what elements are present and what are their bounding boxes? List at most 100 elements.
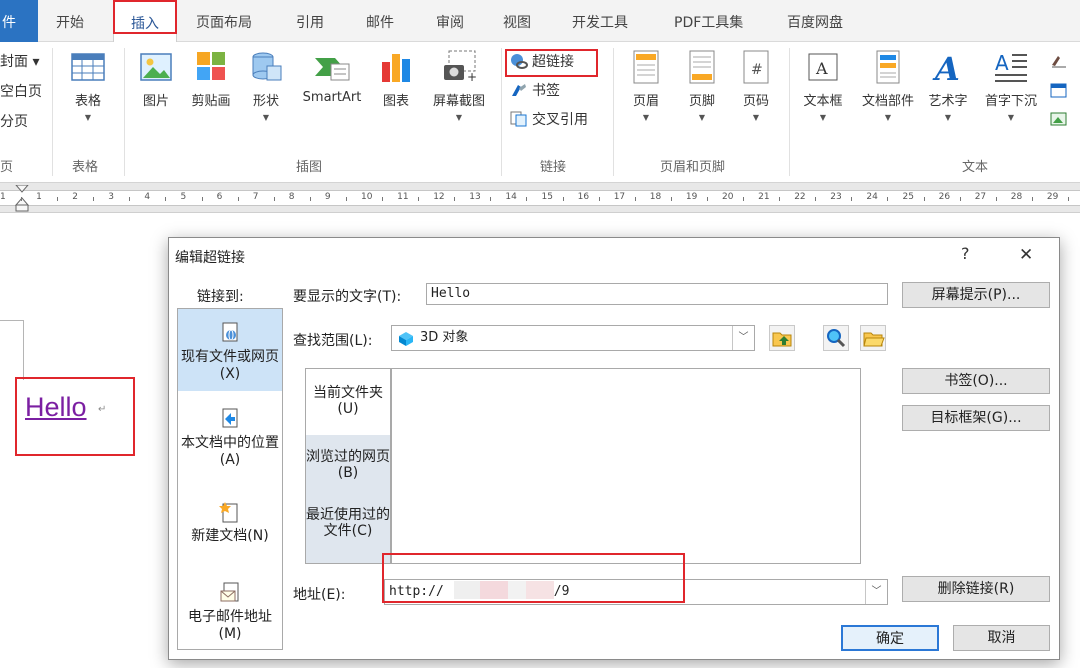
tab-home[interactable]: 开始	[56, 10, 84, 36]
ruler-number: 8	[288, 192, 295, 202]
redacted-block	[453, 581, 480, 599]
ruler-tick	[562, 197, 564, 201]
quick-parts-button-label: 文档部件	[861, 94, 914, 109]
ruler-tick	[57, 197, 59, 201]
look-in-select[interactable]: 3D 对象 ﹀	[391, 325, 755, 351]
ruler-number: 25	[902, 192, 914, 202]
header-button-label: 页眉	[632, 94, 659, 109]
date-time-button[interactable]	[1050, 79, 1080, 103]
bookmark-button[interactable]: 书签	[510, 79, 560, 103]
tab-page-layout[interactable]: 页面布局	[196, 10, 252, 36]
quick-parts-button[interactable]: 文档部件 ▼	[856, 48, 920, 122]
dialog-title: 编辑超链接	[175, 250, 245, 266]
hello-hyperlink[interactable]: Hello	[25, 392, 87, 423]
browse-web-button[interactable]	[823, 325, 849, 351]
screenshot-button[interactable]: + 屏幕截图 ▼	[426, 48, 492, 122]
address-input[interactable]: http:// /9 ﹀	[384, 579, 888, 605]
blank-page-button[interactable]: 空白页	[0, 80, 42, 104]
tab-file[interactable]: 件	[0, 0, 38, 42]
tab-references[interactable]: 引用	[296, 10, 324, 36]
tab-developer[interactable]: 开发工具	[572, 10, 628, 36]
group-separator	[52, 48, 53, 176]
smartart-button[interactable]: SmartArt	[296, 48, 368, 105]
chart-button[interactable]: 图表	[376, 48, 416, 109]
shapes-button[interactable]: 形状 ▼	[246, 48, 286, 122]
group-label-header-footer: 页眉和页脚	[660, 160, 726, 175]
dropdown-caret-icon: ▼	[698, 113, 706, 122]
cross-reference-button[interactable]: 交叉引用	[510, 108, 588, 132]
browse-file-button[interactable]	[860, 325, 886, 351]
ruler-number: 2	[72, 192, 78, 202]
header-button[interactable]: 页眉 ▼	[626, 48, 666, 122]
ruler-tick	[382, 197, 384, 201]
ruler-number: 12	[433, 192, 445, 202]
ruler-number: 24	[866, 192, 878, 202]
bookmark-button[interactable]: 书签(O)...	[902, 368, 1050, 394]
address-label: 地址(E):	[293, 587, 346, 603]
footer-button[interactable]: 页脚 ▼	[682, 48, 722, 122]
ruler-number: 1	[0, 192, 6, 202]
drop-cap-button[interactable]: A 首字下沉 ▼	[980, 48, 1042, 122]
target-frame-button[interactable]: 目标框架(G)...	[902, 405, 1050, 431]
display-text-input[interactable]: Hello	[426, 283, 888, 305]
picture-button-label: 图片	[142, 94, 169, 109]
footer-button-label: 页脚	[688, 94, 715, 109]
link-existing-file-or-webpage[interactable]: 现有文件或网页(X)	[178, 309, 282, 391]
object-button[interactable]	[1050, 108, 1080, 132]
current-folder-item[interactable]: 当前文件夹(U)	[306, 369, 390, 435]
clipart-button[interactable]: 剪贴画	[186, 48, 236, 109]
picture-button[interactable]: 图片	[134, 48, 178, 109]
chevron-down-icon[interactable]: ﹀	[865, 580, 887, 604]
tab-insert[interactable]: 插入	[113, 2, 177, 43]
ruler-number: 15	[541, 192, 553, 202]
browsed-pages-item[interactable]: 浏览过的网页(B)	[306, 435, 390, 499]
cancel-button[interactable]: 取消	[953, 625, 1050, 651]
horizontal-ruler[interactable]: 1 1 2 3 4 5 6 7 8 9 10 11 12 13 14 15 16 17 18 19 20 21 22 23 24…	[0, 183, 1080, 213]
close-button[interactable]: ✕	[1019, 245, 1033, 265]
chart-button-label: 图表	[382, 94, 409, 109]
tab-pdf-tools[interactable]: PDF工具集	[674, 10, 743, 36]
file-list[interactable]	[391, 368, 861, 564]
smartart-button-label: SmartArt	[302, 90, 362, 105]
svg-text:A: A	[995, 51, 1009, 75]
ok-button[interactable]: 确定	[841, 625, 939, 651]
link-email-address[interactable]: 电子邮件地址(M)	[178, 575, 282, 647]
hyperlink-label: 超链接	[532, 54, 574, 70]
ruler-number: 1	[36, 192, 42, 202]
hyperlink-button[interactable]: 超链接	[510, 50, 574, 74]
cover-page-button[interactable]: 封面 ▾	[0, 50, 39, 74]
signature-line-button[interactable]	[1050, 50, 1080, 74]
ruler-number: 14	[505, 192, 517, 202]
tab-view[interactable]: 视图	[503, 10, 531, 36]
wordart-button[interactable]: A 艺术字 ▼	[922, 48, 974, 122]
tab-baidu-netdisk[interactable]: 百度网盘	[787, 10, 843, 36]
ruler-tick	[634, 197, 636, 201]
screen-tip-button[interactable]: 屏幕提示(P)...	[902, 282, 1050, 308]
link-new-document[interactable]: 新建文档(N)	[178, 494, 282, 564]
group-label-links: 链接	[540, 160, 567, 175]
table-button[interactable]: 表格 ▼	[66, 48, 110, 122]
group-separator	[789, 48, 790, 176]
clipart-button-label: 剪贴画	[191, 94, 231, 109]
smartart-icon	[313, 48, 351, 86]
ruler-tick	[93, 197, 95, 201]
ruler-number: 6	[216, 192, 223, 202]
chevron-down-icon[interactable]: ﹀	[732, 326, 754, 350]
dropdown-caret-icon: ▼	[84, 113, 92, 122]
page-break-button[interactable]: 分页	[0, 110, 28, 134]
ruler-strip: 1 1 2 3 4 5 6 7 8 9 10 11 12 13 14 15 16 17 18 19 20 21 22 23 24…	[0, 185, 1080, 212]
recent-files-item[interactable]: 最近使用过的文件(C)	[306, 499, 390, 563]
up-one-folder-button[interactable]	[769, 325, 795, 351]
ruler-number: 18	[649, 192, 662, 202]
tab-review[interactable]: 审阅	[436, 10, 464, 36]
help-button[interactable]: ?	[961, 244, 970, 263]
dropdown-caret-icon: ▼	[819, 113, 827, 122]
page-number-button-label: 页码	[742, 94, 769, 109]
remove-link-button[interactable]: 删除链接(R)	[902, 576, 1050, 602]
link-place-in-document[interactable]: 本文档中的位置(A)	[178, 401, 282, 481]
tab-mailings[interactable]: 邮件	[366, 10, 394, 36]
header-icon	[627, 48, 665, 86]
page-number-button[interactable]: # 页码 ▼	[736, 48, 776, 122]
text-box-button[interactable]: A 文本框 ▼	[798, 48, 848, 122]
look-in-value: 3D 对象	[420, 330, 469, 345]
